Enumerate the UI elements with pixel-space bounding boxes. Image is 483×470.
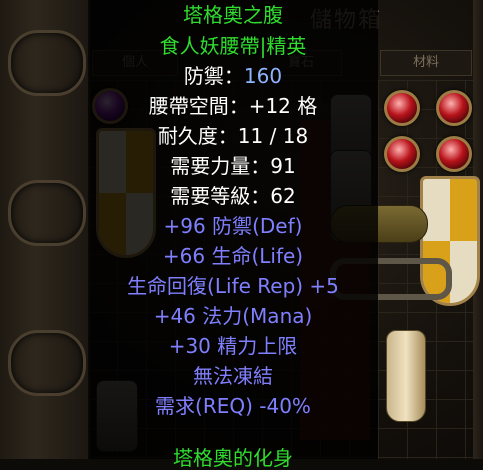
ruby-gem-icon[interactable]: [384, 90, 420, 126]
required-level: 需要等級：62: [170, 184, 296, 208]
item-tooltip: 塔格奧之腹 食人妖腰帶|精英 防禦：160 腰帶空間：+12 格 耐久度：11 …: [88, 0, 378, 470]
mod-max-stamina: +30 精力上限: [168, 334, 298, 358]
required-strength: 需要力量：91: [170, 154, 296, 178]
item-name: 塔格奧之腹: [183, 3, 283, 27]
set-name: 塔格奧的化身: [173, 446, 293, 470]
mod-life: +66 生命(Life): [162, 244, 304, 268]
defense-label: 防禦：: [183, 64, 244, 88]
ornament-knot: [8, 330, 86, 396]
ruby-gem-icon[interactable]: [436, 90, 472, 126]
belt-slots: 腰帶空間：+12 格: [148, 94, 318, 118]
mod-defense: +96 防禦(Def): [163, 214, 303, 238]
ornament-knot: [8, 30, 86, 96]
item-type: 食人妖腰帶|精英: [159, 34, 307, 58]
stash-left-frame: [0, 0, 90, 459]
mod-life-replenish: 生命回復(Life Rep) +5: [127, 274, 339, 298]
ruby-gem-icon[interactable]: [436, 136, 472, 172]
ruby-gem-icon[interactable]: [384, 136, 420, 172]
tab-materials[interactable]: 材料: [380, 50, 472, 76]
mod-requirements: 需求(REQ) -40%: [155, 394, 311, 418]
defense-value: 160: [243, 64, 283, 88]
defense-line: 防禦：160: [88, 64, 378, 88]
ornament-knot: [8, 180, 86, 246]
durability: 耐久度：11 / 18: [157, 124, 309, 148]
mod-mana: +46 法力(Mana): [153, 304, 313, 328]
mod-cannot-be-frozen: 無法凍結: [193, 364, 273, 388]
flask-item-icon[interactable]: [386, 330, 426, 422]
